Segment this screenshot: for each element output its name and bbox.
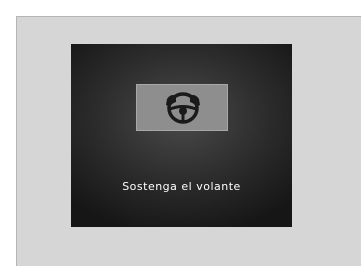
hands-on-steering-wheel-icon xyxy=(166,92,200,124)
warning-icon-panel xyxy=(136,84,228,131)
display-message: Sostenga el volante xyxy=(122,180,241,193)
instrument-display: Sostenga el volante xyxy=(71,44,292,227)
